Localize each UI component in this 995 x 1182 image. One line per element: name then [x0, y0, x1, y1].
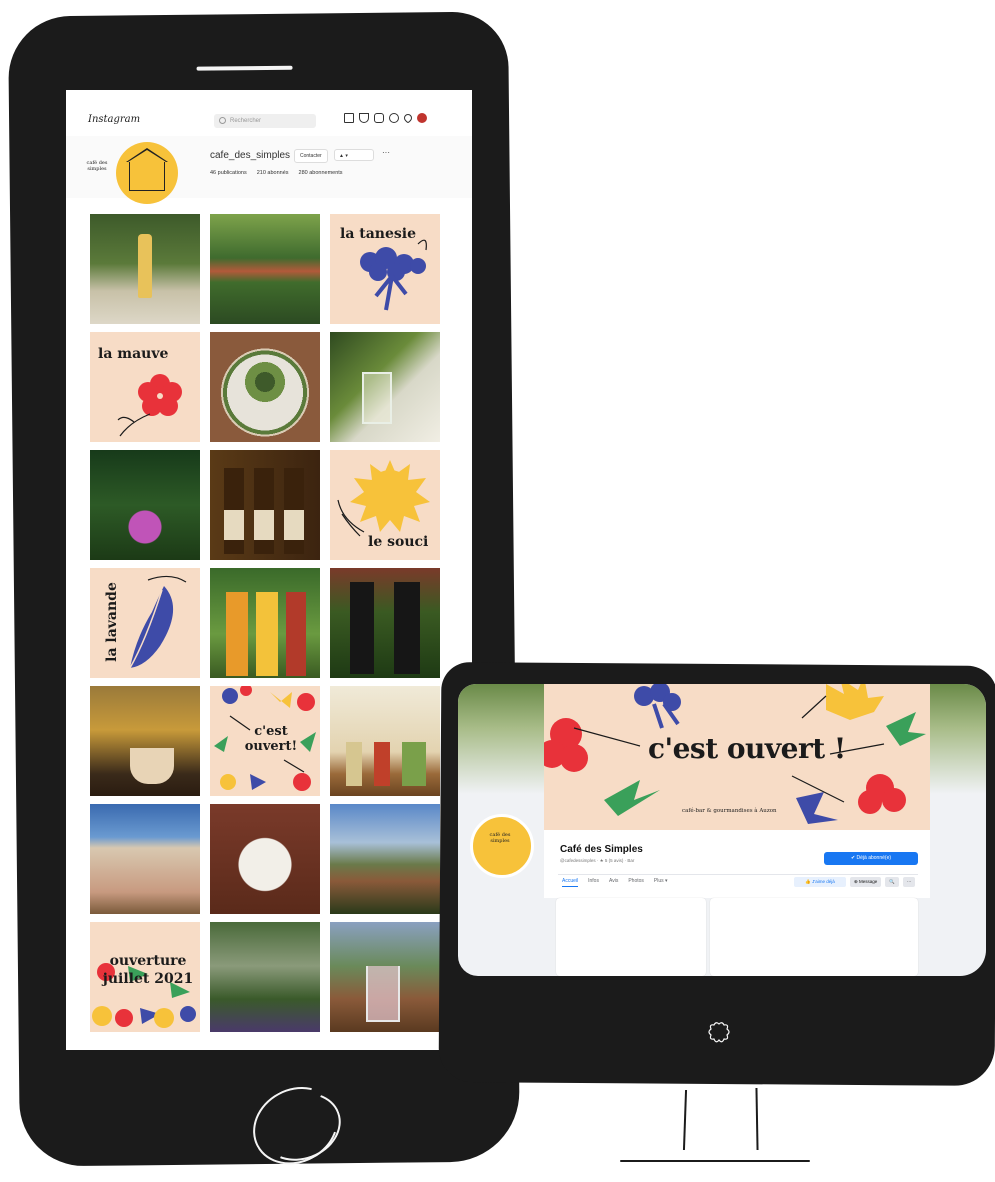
- cover-bg-left: [458, 684, 544, 794]
- avatar-logo-text: café des simples: [86, 160, 108, 172]
- search-icon[interactable]: 🔍: [885, 877, 899, 887]
- post-tile-beers[interactable]: [210, 450, 320, 560]
- explore-icon[interactable]: [389, 113, 399, 123]
- page-actions: 👍 J'aime déjà ⊕ Message 🔍 ···: [794, 877, 916, 887]
- tile-label: le souci: [368, 534, 429, 550]
- filter-icon[interactable]: [359, 113, 369, 123]
- cover-photo[interactable]: c'est ouvert ! café-bar & gourmandises à…: [544, 684, 930, 830]
- instagram-screen: Instagram Rechercher café des simples ca…: [66, 90, 472, 1050]
- post-tile-garden[interactable]: [210, 922, 320, 1032]
- page-tabs: Accueil Infos Avis Photos Plus ▾: [562, 878, 668, 887]
- stat-posts[interactable]: 46 publications: [210, 170, 247, 176]
- intro-card: [556, 898, 706, 976]
- instagram-nav: [344, 112, 427, 124]
- post-tile-souci[interactable]: le souci: [330, 450, 440, 560]
- monitor-stand-right: [755, 1087, 759, 1151]
- page-handle: @cafedessimples · ★ 5 (5 avis) · Bar: [560, 858, 635, 863]
- post-tile-cest-ouvert[interactable]: c'est ouvert!: [210, 686, 320, 796]
- tile-label: c'est ouvert!: [244, 724, 298, 754]
- post-tile-salad[interactable]: [210, 332, 320, 442]
- search-input[interactable]: Rechercher: [214, 114, 316, 128]
- profile-avatar-icon[interactable]: [417, 113, 427, 123]
- heart-icon[interactable]: [402, 112, 414, 124]
- monitor-base: [620, 1160, 810, 1162]
- post-tile-bottle[interactable]: [90, 214, 200, 324]
- tab-avis[interactable]: Avis: [609, 878, 618, 887]
- post-tile-shelf[interactable]: [330, 686, 440, 796]
- search-icon: [219, 117, 226, 124]
- profile-stats: 46 publications 210 abonnés 280 abonneme…: [210, 170, 343, 176]
- post-tile-landscape[interactable]: [330, 804, 440, 914]
- post-tile-coffee[interactable]: [90, 686, 200, 796]
- follow-dropdown-button[interactable]: ▲ ▾: [334, 149, 374, 161]
- post-tile-ouverture[interactable]: ouverture juillet 2021: [90, 922, 200, 1032]
- like-button[interactable]: 👍 J'aime déjà: [794, 877, 846, 887]
- facebook-screen: c'est ouvert ! café-bar & gourmandises à…: [458, 684, 986, 976]
- stat-following[interactable]: 280 abonnements: [299, 170, 343, 176]
- phone-speaker: [196, 65, 293, 71]
- new-post-icon[interactable]: [374, 113, 384, 123]
- post-tile-tanesie[interactable]: la tanesie: [330, 214, 440, 324]
- post-tile-butterfly[interactable]: [90, 450, 200, 560]
- tab-more[interactable]: Plus ▾: [654, 878, 668, 887]
- post-grid: la tanesie la mauve le souci la lavande …: [90, 214, 440, 1032]
- post-tile-building[interactable]: [90, 804, 200, 914]
- avatar-logo-text: café des simples: [489, 832, 511, 844]
- post-tile-lavande[interactable]: la lavande: [90, 568, 200, 678]
- divider: [558, 874, 918, 875]
- tansy-flower-icon: [360, 239, 427, 311]
- tile-label: ouverture juillet 2021: [102, 953, 194, 987]
- subscribed-button[interactable]: ✔ Déjà abonné(e): [824, 852, 918, 865]
- more-options-icon[interactable]: ···: [382, 148, 390, 157]
- tab-accueil[interactable]: Accueil: [562, 878, 579, 887]
- search-placeholder: Rechercher: [230, 118, 262, 124]
- post-tile-village[interactable]: [210, 214, 320, 324]
- tab-photos[interactable]: Photos: [628, 878, 644, 887]
- post-tile-mauve[interactable]: la mauve: [90, 332, 200, 442]
- post-tile-glass[interactable]: [330, 332, 440, 442]
- message-button[interactable]: ⊕ Message: [850, 877, 882, 887]
- home-button-outline: [250, 1081, 351, 1172]
- profile-header: café des simples cafe_des_simples Contac…: [66, 136, 472, 204]
- more-options-icon[interactable]: ···: [902, 877, 916, 887]
- cover-subtitle: café-bar & gourmandises à Auzon: [682, 808, 777, 814]
- profile-username: cafe_des_simples: [210, 150, 291, 161]
- monitor-stand-left: [682, 1089, 688, 1151]
- post-tile-drink[interactable]: [330, 922, 440, 1032]
- tab-infos[interactable]: Infos: [588, 878, 599, 887]
- instagram-logo[interactable]: Instagram: [88, 114, 140, 125]
- post-tile-wine[interactable]: [330, 568, 440, 678]
- instagram-header: Instagram Rechercher: [66, 90, 472, 137]
- lavender-leaf-icon: [129, 575, 187, 669]
- avatar[interactable]: [470, 814, 534, 878]
- page-title: Café des Simples: [560, 844, 643, 855]
- flower-logo-icon: [708, 1022, 730, 1043]
- cover-title: c'est ouvert !: [648, 732, 846, 765]
- post-tile-teaset[interactable]: [210, 804, 320, 914]
- post-tile-juices[interactable]: [210, 568, 320, 678]
- house-logo-icon: [126, 147, 168, 191]
- contact-button[interactable]: Contacter: [294, 149, 328, 163]
- cover-bg-right: [930, 684, 986, 794]
- home-icon[interactable]: [344, 113, 354, 123]
- mallow-flower-icon: [117, 374, 182, 437]
- avatar[interactable]: [116, 142, 178, 204]
- feed-card: [710, 898, 918, 976]
- stat-followers[interactable]: 210 abonnés: [257, 170, 289, 176]
